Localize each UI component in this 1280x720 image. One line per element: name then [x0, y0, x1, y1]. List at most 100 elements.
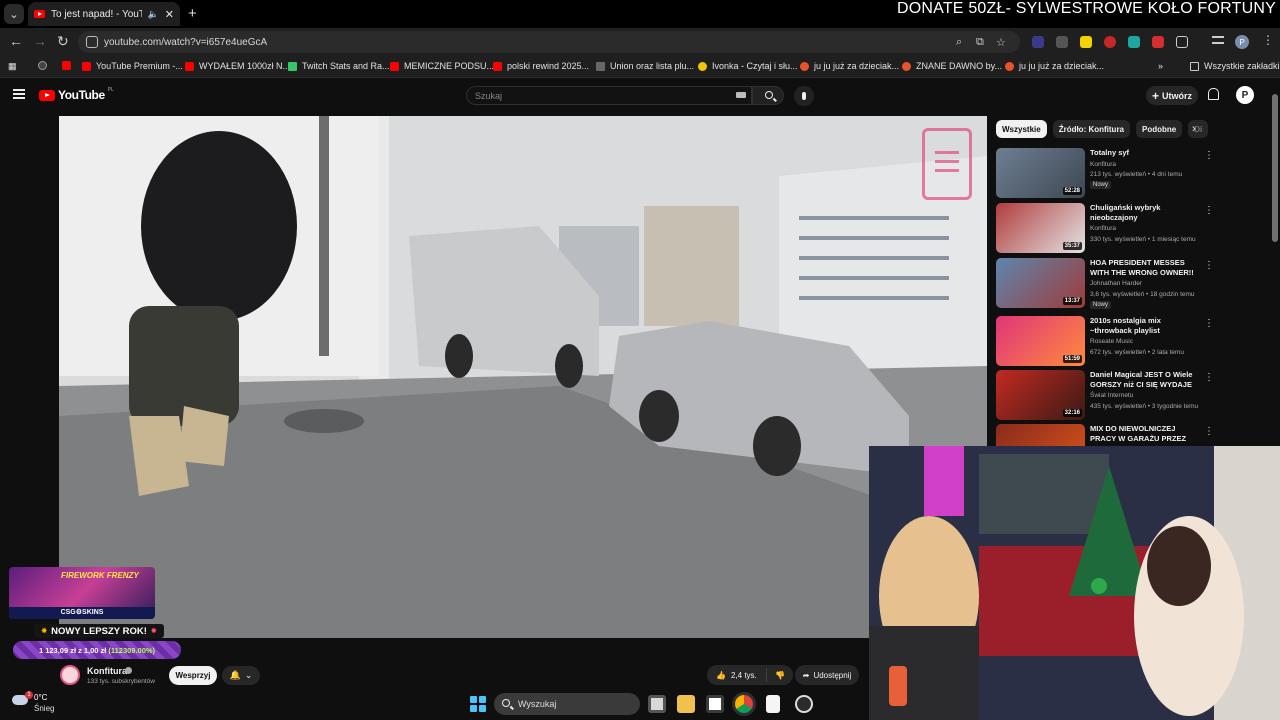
new-year-banner: ✸ NOWY LEPSZY ROK! ✸ [34, 624, 164, 638]
more-options-icon[interactable]: ⋮ [1204, 318, 1214, 329]
tab-search-menu-button[interactable]: ⌄ [4, 4, 24, 24]
reload-icon[interactable]: ↻ [57, 33, 69, 50]
youtube-icon [82, 61, 91, 71]
video-thumbnail[interactable]: 51:59 [996, 316, 1085, 366]
bookmark-item[interactable]: WYDAŁEM 1000zł N... [185, 61, 290, 71]
more-options-icon[interactable]: ⋮ [1204, 205, 1214, 216]
video-thumbnail[interactable] [996, 424, 1085, 446]
bookmark-item[interactable]: ju ju już za dzieciak... [800, 61, 899, 71]
video-thumbnail[interactable]: 32:16 [996, 370, 1085, 420]
new-tab-button[interactable]: + [188, 5, 197, 22]
address-bar[interactable]: youtube.com/watch?v=i657e4ueGcA ⌕ ⧉ ☆ [78, 31, 1020, 53]
more-options-icon[interactable]: ⋮ [1204, 372, 1214, 383]
chip-from-channel[interactable]: Źródło: Konfitura [1052, 120, 1131, 138]
recommendation-item[interactable]: 51:59 2010s nostalgia mix ~throwback pla… [996, 316, 1214, 366]
back-arrow-icon[interactable]: ← [9, 33, 23, 49]
like-button[interactable]: 👍 2,4 tys. [707, 668, 767, 682]
chip-related[interactable]: Podobne [1136, 120, 1183, 138]
chrome-icon[interactable] [735, 695, 753, 713]
video-thumbnail[interactable]: 52:28 [996, 148, 1085, 198]
recommendation-item[interactable]: MIX DO NIEWOLNICZEJ PRACY W GARAŻU PRZEZ… [996, 424, 1214, 446]
subscriber-count: 133 tys. subskrybentów [87, 678, 155, 685]
bookmarks-overflow-icon[interactable]: » [1158, 61, 1163, 71]
page-scrollbar[interactable] [1272, 94, 1278, 242]
microphone-icon [802, 92, 806, 100]
extensions-puzzle-icon[interactable] [1176, 36, 1188, 48]
verified-icon [125, 667, 132, 674]
dislike-button[interactable]: 👎 [767, 671, 785, 680]
forward-arrow-icon[interactable]: → [33, 33, 47, 49]
app-icon[interactable] [795, 695, 813, 713]
recommendation-item[interactable]: 52:28 Totalny syf Konfitura 213 tys. wyś… [996, 148, 1214, 198]
bookmark-item[interactable]: polski rewind 2025... [493, 61, 589, 71]
taskbar-search[interactable]: Wyszukaj [494, 693, 640, 715]
browser-menu-icon[interactable]: ⋮ [1262, 33, 1274, 47]
bookmark-icon[interactable] [38, 61, 47, 70]
extension-icon[interactable] [1080, 36, 1092, 48]
video-thumbnail[interactable]: 13:37 [996, 258, 1085, 308]
share-icon: ➦ [802, 670, 810, 680]
file-explorer-icon[interactable] [677, 695, 695, 713]
store-icon[interactable] [706, 695, 724, 713]
extension-icon[interactable] [1032, 36, 1044, 48]
recommendation-item[interactable]: 35:37 Chuligański wybryk nieobczajony Ko… [996, 203, 1214, 253]
tab-youtube[interactable]: To jest napad! - YouTube 🔈 ✕ [28, 2, 180, 26]
channel-watermark-icon[interactable] [922, 128, 972, 200]
install-app-icon[interactable]: ⧉ [976, 36, 984, 49]
extension-icon[interactable] [1104, 36, 1116, 48]
bookmark-item[interactable]: YouTube Premium -... [82, 61, 183, 71]
document-icon[interactable] [766, 695, 780, 713]
account-avatar[interactable]: P [1236, 86, 1254, 104]
chip-all[interactable]: Wszystkie [996, 120, 1047, 138]
thumbs-up-icon: 👍 [716, 670, 726, 680]
more-options-icon[interactable]: ⋮ [1204, 150, 1214, 161]
support-button[interactable]: Wesprzyj [169, 666, 217, 685]
subscription-bell-button[interactable]: 🔔 ⌄ [222, 666, 260, 685]
chevron-right-icon[interactable]: › [1192, 123, 1196, 135]
all-bookmarks-folder[interactable]: Wszystkie zakładki [1190, 61, 1280, 71]
site-info-icon[interactable] [86, 36, 98, 48]
search-button[interactable] [752, 86, 784, 105]
extension-icon[interactable] [1056, 36, 1068, 48]
related-filter-chips: Wszystkie Źródło: Konfitura Podobne Di [996, 120, 1209, 140]
youtube-logo[interactable]: YouTube PL [39, 87, 114, 102]
extension-icon[interactable] [1128, 36, 1140, 48]
keyboard-icon[interactable] [736, 92, 746, 98]
more-options-icon[interactable]: ⋮ [1204, 260, 1214, 271]
speaker-icon[interactable]: 🔈 [148, 9, 159, 20]
hamburger-menu-icon[interactable] [13, 89, 25, 99]
notifications-bell-icon[interactable] [1208, 88, 1219, 100]
more-options-icon[interactable]: ⋮ [1204, 426, 1214, 437]
bookmark-item[interactable]: ju ju już za dzieciak... [1005, 61, 1104, 71]
browser-toolbar: ← → ↻ youtube.com/watch?v=i657e4ueGcA ⌕ … [0, 28, 1280, 56]
voice-search-button[interactable] [794, 86, 814, 106]
share-button[interactable]: ➦ Udostępnij [795, 665, 859, 685]
browser-profile-avatar[interactable]: P [1235, 35, 1249, 49]
chevron-down-icon: ⌄ [9, 8, 19, 21]
weather-widget[interactable]: 1 0°C Śnieg [6, 691, 66, 715]
apps-grid-icon[interactable]: ▦ [8, 61, 17, 72]
bookmark-item[interactable]: Ivonka - Czytaj i słu... [698, 61, 798, 71]
extension-icon[interactable] [1152, 36, 1164, 48]
close-tab-icon[interactable]: ✕ [165, 8, 174, 21]
bookmark-item[interactable]: Twitch Stats and Ra... [288, 61, 390, 71]
zoom-icon[interactable]: ⌕ [956, 36, 962, 49]
bookmark-item[interactable]: MEMICZNE PODSU... [390, 61, 494, 71]
bookmark-item[interactable]: Union oraz lista plu... [596, 61, 694, 71]
recommendation-item[interactable]: 13:37 HOA PRESIDENT MESSES WITH THE WRON… [996, 258, 1214, 309]
video-player[interactable] [59, 116, 987, 638]
bookmark-item[interactable]: ZNANE DAWNO by... [902, 61, 1002, 71]
video-thumbnail[interactable]: 35:37 [996, 203, 1085, 253]
recommendation-item[interactable]: 32:16 Daniel Magical JEST O Wiele GORSZY… [996, 370, 1214, 420]
windows-start-icon[interactable] [470, 696, 486, 712]
task-view-icon[interactable] [648, 695, 666, 713]
channel-avatar[interactable] [60, 665, 80, 685]
reading-list-icon[interactable] [1212, 36, 1224, 44]
bookmark-icon[interactable] [62, 61, 71, 70]
channel-name[interactable]: Konfitura [87, 666, 127, 676]
search-input[interactable]: Szukaj [466, 86, 752, 105]
circle-icon [800, 61, 809, 71]
create-button[interactable]: + Utwórz [1146, 86, 1198, 105]
circle-icon [902, 61, 911, 71]
bookmark-star-icon[interactable]: ☆ [996, 36, 1006, 49]
